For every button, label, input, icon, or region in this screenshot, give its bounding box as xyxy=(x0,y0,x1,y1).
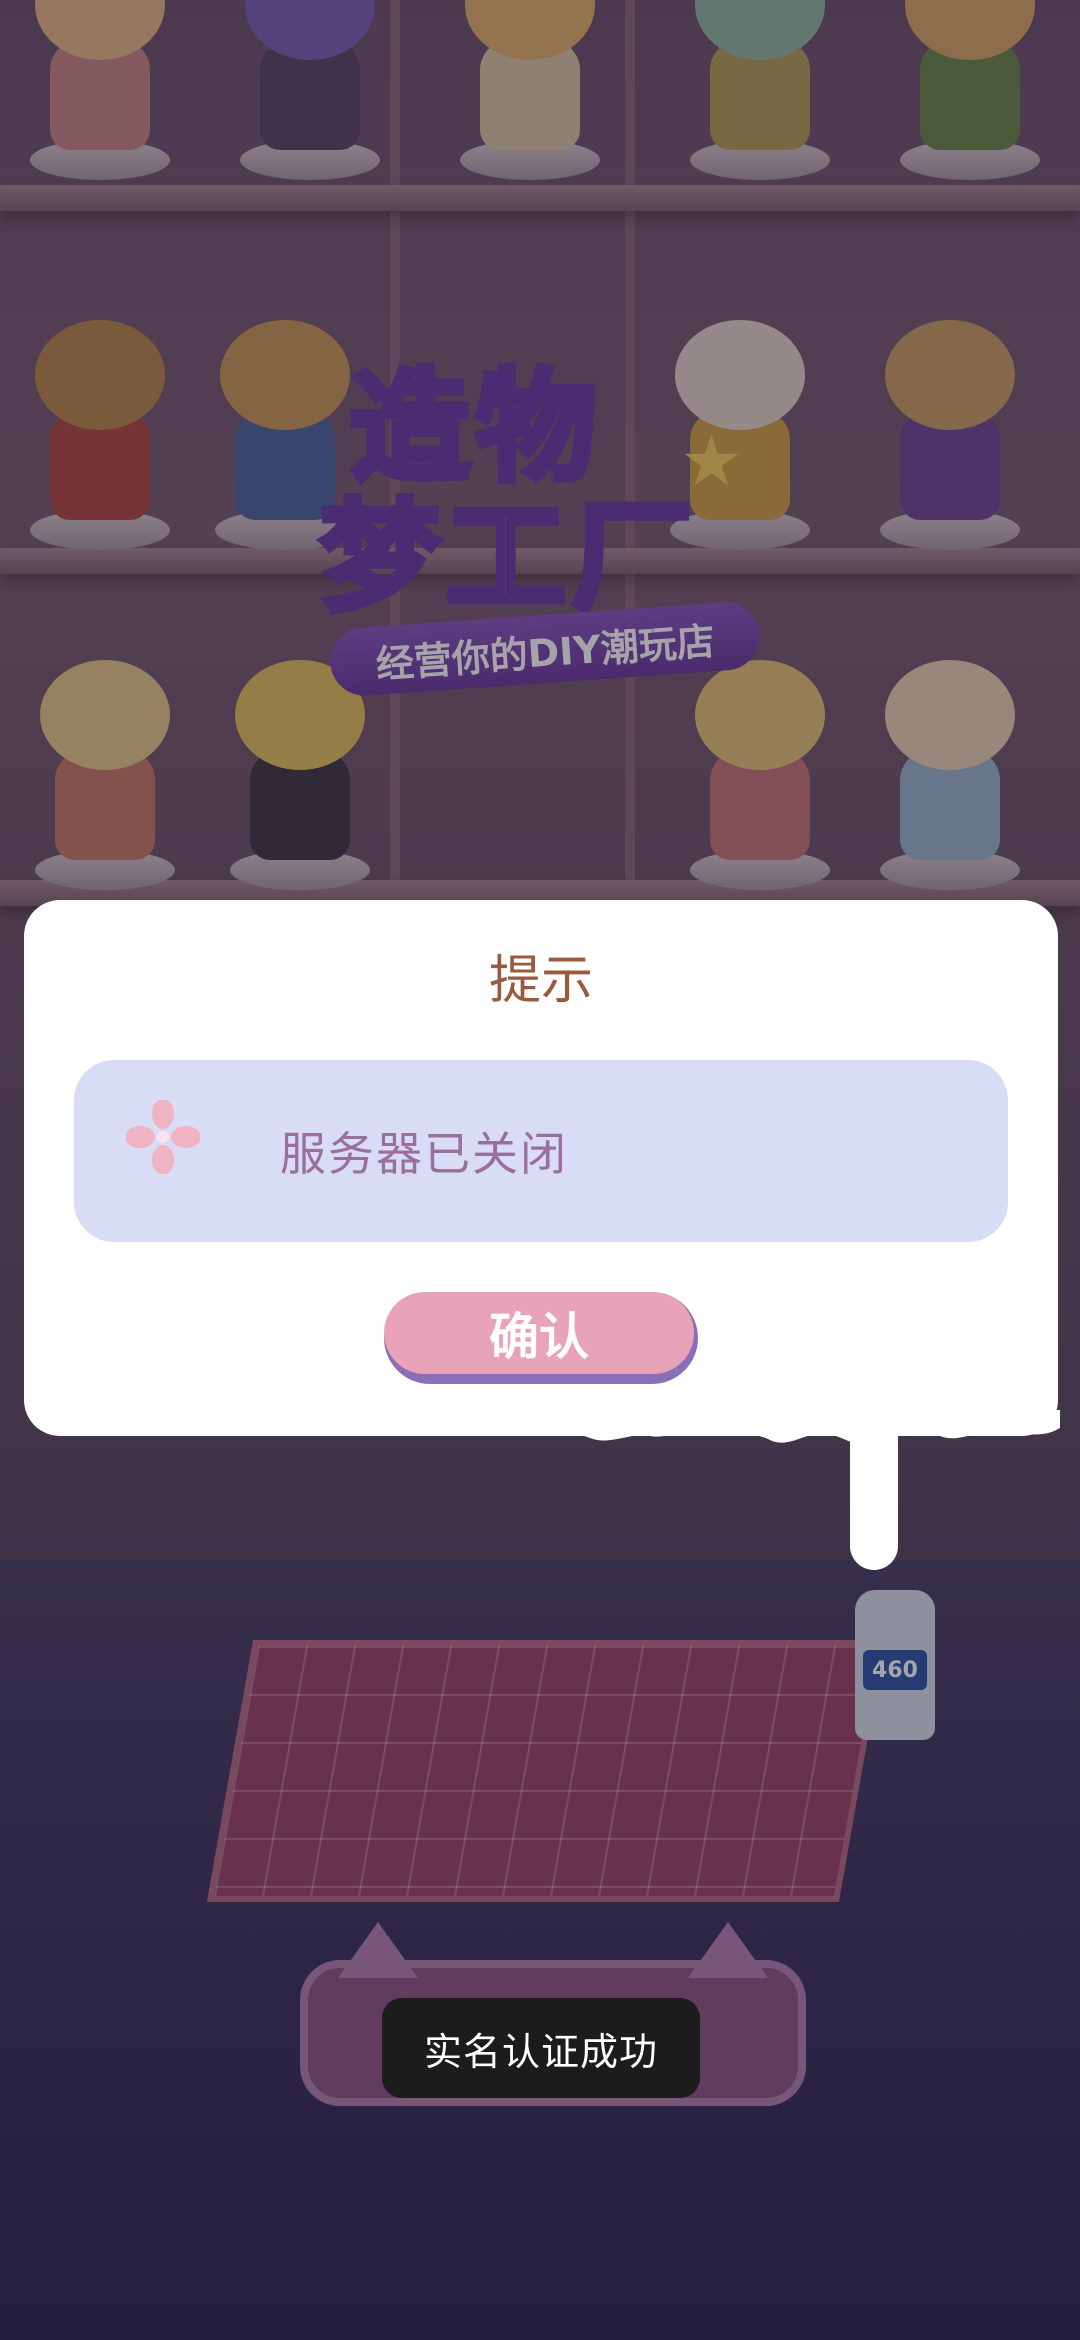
drip-decoration xyxy=(850,1420,898,1570)
confirm-button[interactable]: 确认 xyxy=(384,1292,698,1384)
toast-message: 实名认证成功 xyxy=(382,1998,700,2098)
confirm-button-label: 确认 xyxy=(384,1292,694,1374)
dialog-title: 提示 xyxy=(488,951,593,1011)
flower-icon xyxy=(126,1100,200,1174)
message-box: 服务器已关闭 xyxy=(74,1060,1008,1242)
notice-dialog: 提示 服务器已关闭 确认 xyxy=(24,900,1058,1436)
dialog-drip-decoration xyxy=(520,1410,1060,1447)
dialog-message: 服务器已关闭 xyxy=(280,1127,568,1181)
